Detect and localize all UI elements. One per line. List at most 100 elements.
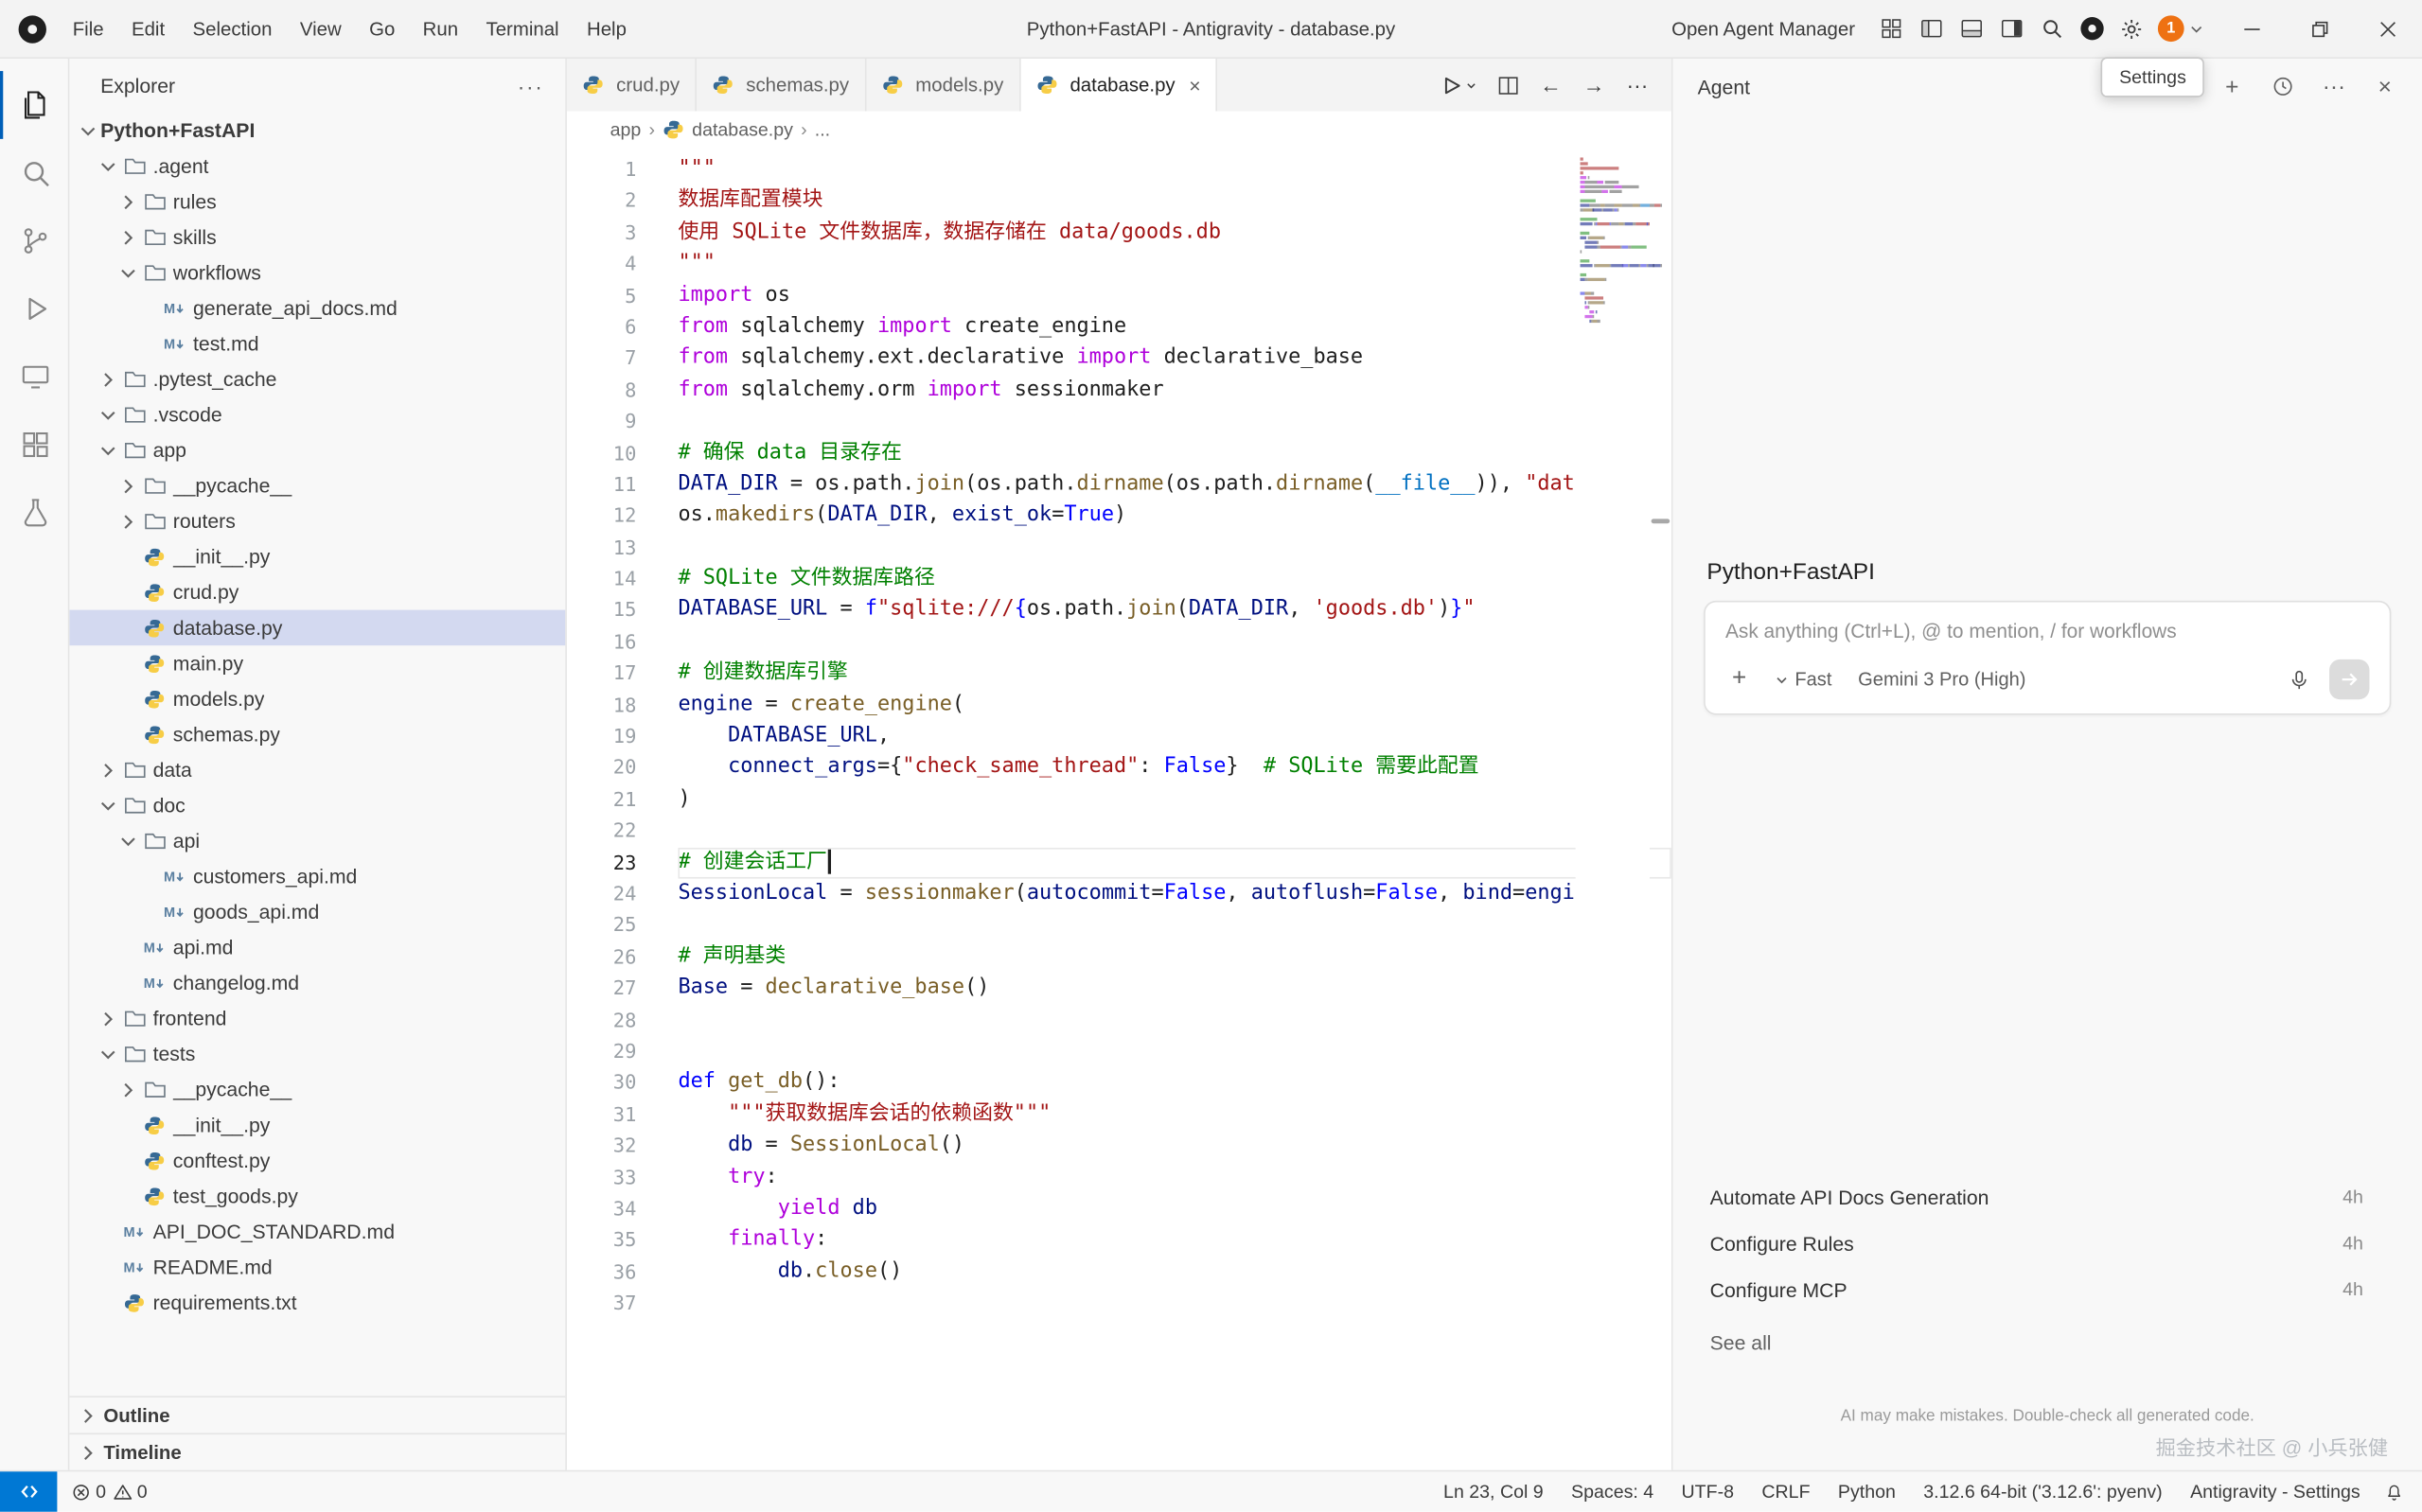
code-line[interactable] bbox=[678, 626, 1671, 658]
history-icon[interactable] bbox=[2268, 71, 2299, 102]
tree-item-requirements.txt[interactable]: requirements.txt bbox=[69, 1285, 565, 1321]
tree-item-skills[interactable]: skills bbox=[69, 220, 565, 255]
tree-item-__init__.py[interactable]: __init__.py bbox=[69, 539, 565, 575]
breadcrumb-item[interactable]: ... bbox=[815, 119, 830, 141]
tree-item-changelog.md[interactable]: Mchangelog.md bbox=[69, 965, 565, 1001]
code-line[interactable]: # SQLite 文件数据库路径 bbox=[678, 564, 1671, 595]
tree-item-workflows[interactable]: workflows bbox=[69, 255, 565, 290]
indentation[interactable]: Spaces: 4 bbox=[1557, 1471, 1667, 1511]
code-line[interactable]: ) bbox=[678, 784, 1671, 816]
tree-item-app[interactable]: app bbox=[69, 432, 565, 468]
code-line[interactable]: def get_db(): bbox=[678, 1067, 1671, 1099]
menu-go[interactable]: Go bbox=[355, 0, 409, 57]
tree-item-generate_api_docs.md[interactable]: Mgenerate_api_docs.md bbox=[69, 290, 565, 326]
tree-item-main.py[interactable]: main.py bbox=[69, 645, 565, 681]
agent-input[interactable]: Ask anything (Ctrl+L), @ to mention, / f… bbox=[1704, 601, 2391, 715]
tree-item-models.py[interactable]: models.py bbox=[69, 681, 565, 717]
code-line[interactable] bbox=[678, 533, 1671, 564]
account-badge[interactable]: 1 bbox=[2158, 15, 2184, 42]
code-line[interactable]: DATABASE_URL = f"sqlite:///{os.path.join… bbox=[678, 595, 1671, 626]
new-conversation-icon[interactable]: + bbox=[2217, 71, 2248, 102]
restore-button[interactable] bbox=[2286, 0, 2354, 58]
tree-item-conftest.py[interactable]: conftest.py bbox=[69, 1143, 565, 1179]
run-python-file-button[interactable] bbox=[1433, 66, 1482, 103]
menu-help[interactable]: Help bbox=[573, 0, 640, 57]
code-line[interactable]: yield db bbox=[678, 1193, 1671, 1224]
tree-item-__init__.py[interactable]: __init__.py bbox=[69, 1107, 565, 1143]
explorer-icon[interactable] bbox=[0, 71, 69, 139]
tree-item-test_goods.py[interactable]: test_goods.py bbox=[69, 1178, 565, 1214]
code-line[interactable]: from sqlalchemy.ext.declarative import d… bbox=[678, 343, 1671, 375]
eol[interactable]: CRLF bbox=[1748, 1471, 1825, 1511]
code-line[interactable]: from sqlalchemy import create_engine bbox=[678, 312, 1671, 343]
code-line[interactable]: db = SessionLocal() bbox=[678, 1131, 1671, 1162]
breadcrumb-item[interactable]: database.py bbox=[692, 119, 793, 141]
account-menu[interactable]: 1 bbox=[2158, 15, 2206, 42]
mode-selector[interactable]: Fast bbox=[1774, 669, 1832, 691]
open-agent-manager-button[interactable]: Open Agent Manager bbox=[1671, 18, 1855, 40]
code-line[interactable]: db.close() bbox=[678, 1257, 1671, 1288]
code-line[interactable]: # 声明基类 bbox=[678, 941, 1671, 973]
run-debug-icon[interactable] bbox=[0, 274, 69, 343]
code-line[interactable] bbox=[678, 1036, 1671, 1067]
tab-crud.py[interactable]: crud.py bbox=[567, 59, 697, 111]
code-line[interactable]: # 确保 data 目录存在 bbox=[678, 438, 1671, 469]
search-icon[interactable] bbox=[2031, 9, 2071, 48]
menu-run[interactable]: Run bbox=[409, 0, 472, 57]
problems-status[interactable]: 0 0 bbox=[57, 1471, 161, 1511]
code-line[interactable]: engine = create_engine( bbox=[678, 690, 1671, 721]
see-all-link[interactable]: See all bbox=[1704, 1331, 2391, 1354]
settings-gear-icon[interactable] bbox=[2112, 9, 2151, 48]
tree-item-database.py[interactable]: database.py bbox=[69, 610, 565, 646]
encoding[interactable]: UTF-8 bbox=[1668, 1471, 1748, 1511]
code-line[interactable]: 使用 SQLite 文件数据库，数据存储在 data/goods.db bbox=[678, 218, 1671, 249]
sash-grip[interactable] bbox=[1652, 519, 1671, 523]
tree-item-goods_api.md[interactable]: Mgoods_api.md bbox=[69, 894, 565, 930]
code-line[interactable]: """获取数据库会话的依赖函数""" bbox=[678, 1099, 1671, 1131]
microphone-icon[interactable] bbox=[2283, 664, 2314, 695]
close-window-button[interactable] bbox=[2354, 0, 2422, 58]
tree-item-doc[interactable]: doc bbox=[69, 787, 565, 823]
toggle-primary-sidebar-icon[interactable] bbox=[1911, 9, 1951, 48]
close-panel-icon[interactable]: × bbox=[2369, 71, 2400, 102]
code-line[interactable]: try: bbox=[678, 1162, 1671, 1193]
menu-edit[interactable]: Edit bbox=[117, 0, 179, 57]
language-mode[interactable]: Python bbox=[1824, 1471, 1909, 1511]
code-line[interactable] bbox=[678, 1288, 1671, 1319]
minimap[interactable] bbox=[1576, 154, 1650, 1469]
conversation-item[interactable]: Automate API Docs Generation4h bbox=[1704, 1173, 2391, 1220]
code-line[interactable]: finally: bbox=[678, 1225, 1671, 1257]
conversation-item[interactable]: Configure MCP4h bbox=[1704, 1266, 2391, 1312]
tree-item-rules[interactable]: rules bbox=[69, 184, 565, 220]
code-line[interactable]: SessionLocal = sessionmaker(autocommit=F… bbox=[678, 879, 1671, 910]
more-agent-actions-icon[interactable]: ··· bbox=[2319, 71, 2350, 102]
menu-terminal[interactable]: Terminal bbox=[472, 0, 573, 57]
tree-item-Python+FastAPI[interactable]: Python+FastAPI bbox=[69, 113, 565, 149]
more-actions-icon[interactable]: ··· bbox=[518, 74, 544, 98]
cursor-position[interactable]: Ln 23, Col 9 bbox=[1429, 1471, 1557, 1511]
extensions-icon[interactable] bbox=[0, 411, 69, 479]
search-icon[interactable] bbox=[0, 139, 69, 207]
navigate-forward-icon[interactable]: → bbox=[1576, 66, 1613, 103]
close-tab-icon[interactable]: × bbox=[1189, 74, 1200, 97]
code-line[interactable]: import os bbox=[678, 280, 1671, 311]
testing-icon[interactable] bbox=[0, 479, 69, 547]
split-editor-icon[interactable] bbox=[1489, 66, 1526, 103]
tree-item-customers_api.md[interactable]: Mcustomers_api.md bbox=[69, 858, 565, 894]
breadcrumb-item[interactable]: app bbox=[610, 119, 642, 141]
assistant-logo-icon[interactable] bbox=[2072, 9, 2112, 48]
code-line[interactable] bbox=[678, 910, 1671, 941]
code-line[interactable] bbox=[678, 1005, 1671, 1036]
attach-icon[interactable]: + bbox=[1725, 665, 1753, 693]
code-line[interactable]: """ bbox=[678, 154, 1671, 185]
timeline-section[interactable]: Timeline bbox=[69, 1433, 565, 1469]
code-line[interactable] bbox=[678, 816, 1671, 847]
code-line[interactable]: # 创建数据库引擎 bbox=[678, 659, 1671, 690]
tree-item-API_DOC_STANDARD.md[interactable]: MAPI_DOC_STANDARD.md bbox=[69, 1214, 565, 1250]
tree-item-.pytest_cache[interactable]: .pytest_cache bbox=[69, 361, 565, 397]
menu-file[interactable]: File bbox=[59, 0, 117, 57]
tree-item-README.md[interactable]: MREADME.md bbox=[69, 1249, 565, 1285]
navigate-back-icon[interactable]: ← bbox=[1532, 66, 1569, 103]
tree-item-crud.py[interactable]: crud.py bbox=[69, 574, 565, 610]
source-control-icon[interactable] bbox=[0, 207, 69, 275]
